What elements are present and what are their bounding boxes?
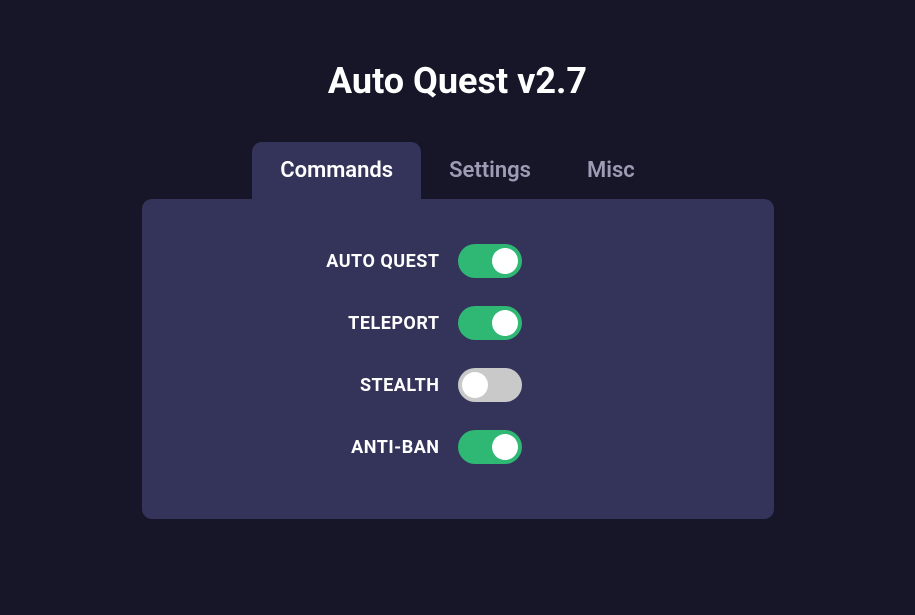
row-auto-quest: AUTO QUEST — [258, 244, 658, 278]
tab-misc-label: Misc — [587, 158, 635, 183]
tab-misc[interactable]: Misc — [559, 142, 663, 199]
label-teleport: TELEPORT — [258, 313, 458, 334]
tab-settings-label: Settings — [449, 158, 531, 183]
row-stealth: STEALTH — [258, 368, 658, 402]
label-stealth: STEALTH — [258, 375, 458, 396]
commands-panel: AUTO QUEST TELEPORT STEALTH ANTI-BAN — [142, 199, 774, 519]
toggle-anti-ban[interactable] — [458, 430, 522, 464]
toggle-teleport[interactable] — [458, 306, 522, 340]
tab-commands-label: Commands — [280, 158, 393, 183]
tab-commands[interactable]: Commands — [252, 142, 421, 199]
row-anti-ban: ANTI-BAN — [258, 430, 658, 464]
app-title: Auto Quest v2.7 — [328, 60, 587, 102]
toggle-knob — [492, 310, 518, 336]
tabs-bar: Commands Settings Misc — [252, 142, 663, 199]
toggle-knob — [462, 372, 488, 398]
row-teleport: TELEPORT — [258, 306, 658, 340]
tab-settings[interactable]: Settings — [421, 142, 559, 199]
label-anti-ban: ANTI-BAN — [258, 437, 458, 458]
toggle-auto-quest[interactable] — [458, 244, 522, 278]
toggle-knob — [492, 434, 518, 460]
label-auto-quest: AUTO QUEST — [258, 251, 458, 272]
toggle-knob — [492, 248, 518, 274]
toggle-stealth[interactable] — [458, 368, 522, 402]
